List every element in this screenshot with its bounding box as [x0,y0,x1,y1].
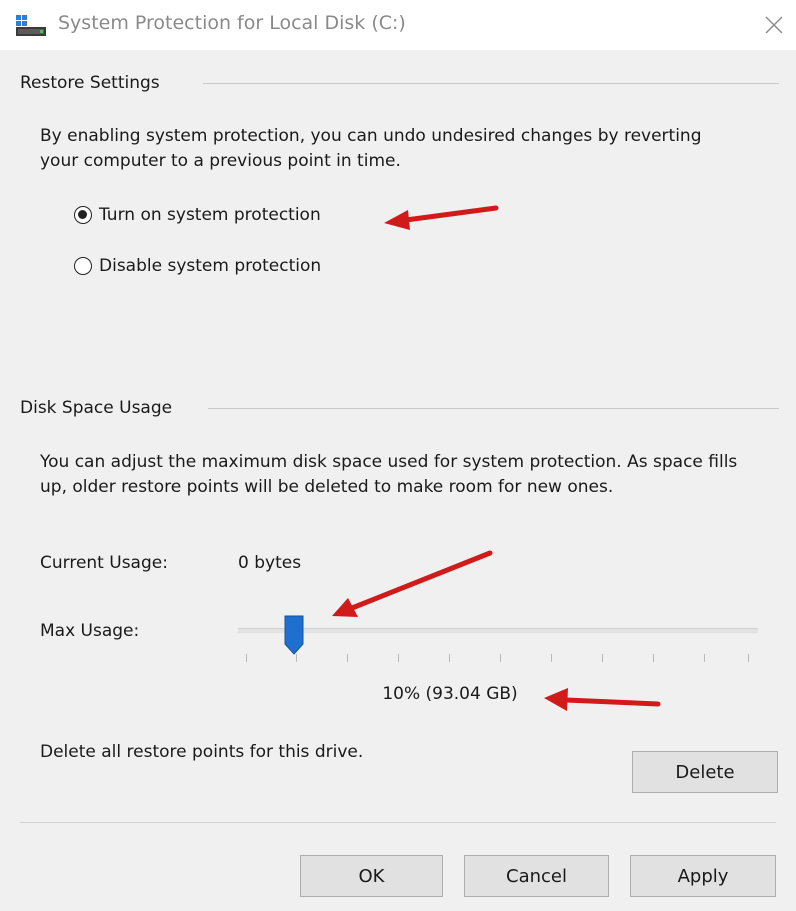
slider-tick [602,654,603,662]
restore-settings-description: By enabling system protection, you can u… [40,126,702,171]
current-usage-label: Current Usage: [40,553,168,573]
max-usage-label: Max Usage: [40,621,140,641]
footer-separator [20,822,776,823]
restore-settings-heading: Restore Settings [20,73,160,93]
turn-on-protection-label: Turn on system protection [99,205,321,225]
disk-space-usage-description: You can adjust the maximum disk space us… [40,452,738,497]
slider-tick [347,654,348,662]
window-title: System Protection for Local Disk (C:) [58,12,406,34]
slider-tick [246,654,247,662]
max-usage-slider-thumb[interactable] [282,614,306,656]
radio-dot [78,210,87,219]
slider-tick [748,654,749,662]
disable-protection-radio[interactable]: Disable system protection [74,256,321,276]
annotation-arrow [563,697,661,707]
apply-button[interactable]: Apply [630,855,776,897]
slider-ticks [238,654,758,666]
slider-tick [551,654,552,662]
ok-button[interactable]: OK [300,855,443,897]
slider-tick [704,654,705,662]
turn-on-protection-radio[interactable]: Turn on system protection [74,205,321,225]
title-bar: System Protection for Local Disk (C:) [0,0,796,50]
annotation-arrowhead [384,210,410,230]
group-divider [208,408,779,409]
radio-selected-icon [74,206,92,224]
annotation-arrow [349,550,493,611]
radio-unselected-icon [74,257,92,275]
drive-icon [16,15,46,36]
max-usage-slider-track[interactable] [238,628,758,634]
close-icon[interactable] [762,13,786,37]
current-usage-value: 0 bytes [238,553,302,573]
delete-button[interactable]: Delete [632,751,778,793]
slider-tick [296,654,297,662]
annotation-arrowhead [332,598,358,617]
cancel-button[interactable]: Cancel [464,855,609,897]
slider-tick [449,654,450,662]
slider-tick [653,654,654,662]
slider-tick [500,654,501,662]
disk-space-usage-heading: Disk Space Usage [20,398,173,418]
group-divider [203,83,779,84]
max-usage-value: 10% (93.04 GB) [382,684,518,704]
slider-tick [398,654,399,662]
delete-restore-points-text: Delete all restore points for this drive… [40,742,364,762]
disable-protection-label: Disable system protection [99,256,322,276]
annotation-arrow [403,205,499,223]
